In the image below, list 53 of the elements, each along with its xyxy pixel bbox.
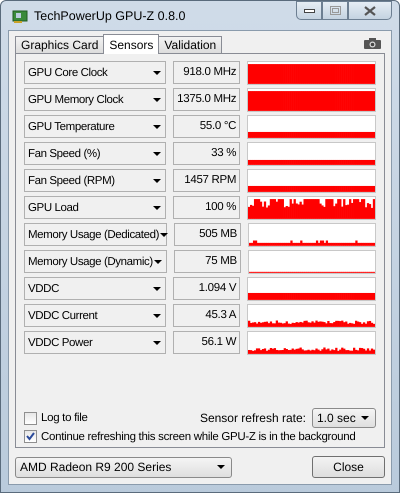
- sensor-value: 100 %: [172, 196, 240, 219]
- tab[interactable]: Validation: [158, 36, 222, 53]
- checkmark-icon: [26, 432, 35, 441]
- window-title: TechPowerUp GPU-Z 0.8.0: [34, 8, 186, 22]
- sensor-dropdown[interactable]: VDDC Current: [24, 304, 166, 327]
- continue-refreshing-checkbox[interactable]: Continue refreshing this screen while GPU-Z is in the background: [24, 430, 376, 443]
- sensor-value: 45.3 A: [172, 304, 240, 327]
- sensor-value: 55.0 °C: [172, 115, 240, 138]
- refresh-rate-label: Sensor refresh rate:: [200, 411, 306, 425]
- dropdown-arrow-icon: [152, 178, 161, 182]
- dropdown-arrow-icon: [152, 152, 161, 156]
- maximize-icon: [330, 6, 340, 15]
- sensor-dropdown[interactable]: GPU Temperature: [24, 115, 166, 138]
- dropdown-arrow-icon: [217, 465, 225, 469]
- device-dropdown[interactable]: AMD Radeon R9 200 Series: [15, 456, 232, 478]
- dropdown-arrow-icon: [152, 98, 161, 102]
- sensor-dropdown[interactable]: Memory Usage (Dynamic): [24, 250, 167, 273]
- sensor-dropdown[interactable]: GPU Core Clock: [24, 61, 166, 84]
- sensor-value: 1375.0 MHz: [172, 88, 240, 111]
- sensor-value: 56.1 W: [172, 331, 240, 354]
- sensor-dropdown[interactable]: VDDC: [24, 277, 166, 300]
- graphics-card-icon: [12, 8, 28, 22]
- sensor-value: 75 MB: [174, 250, 241, 273]
- dropdown-arrow-icon: [152, 70, 161, 74]
- dropdown-arrow-icon: [152, 314, 161, 318]
- tab[interactable]: Graphics Card: [15, 36, 104, 53]
- close-icon: [364, 6, 376, 16]
- sensor-dropdown[interactable]: Memory Usage (Dedicated): [24, 223, 167, 246]
- sensor-dropdown[interactable]: VDDC Power: [24, 331, 166, 354]
- sensor-value: 1.094 V: [172, 277, 240, 300]
- sensor-dropdown[interactable]: Fan Speed (RPM): [24, 169, 166, 192]
- dropdown-arrow-icon: [152, 286, 161, 290]
- sensor-dropdown[interactable]: Fan Speed (%): [24, 142, 166, 165]
- dropdown-arrow-icon: [160, 232, 168, 236]
- sensor-value: 1457 RPM: [172, 169, 240, 192]
- close-button[interactable]: [348, 1, 392, 20]
- tab[interactable]: Sensors: [103, 34, 160, 54]
- sensor-value: 33 %: [172, 142, 240, 165]
- dropdown-arrow-icon: [154, 260, 162, 264]
- sensor-value: 918.0 MHz: [172, 61, 240, 84]
- close-dialog-button[interactable]: Close: [312, 456, 385, 478]
- camera-icon[interactable]: [364, 38, 381, 49]
- log-to-file-checkbox[interactable]: Log to file: [24, 412, 88, 424]
- dropdown-arrow-icon: [152, 340, 161, 344]
- minimize-button[interactable]: [296, 1, 322, 20]
- refresh-rate-dropdown[interactable]: 1.0 sec: [312, 408, 376, 428]
- sensor-dropdown[interactable]: GPU Memory Clock: [24, 88, 166, 111]
- sensor-dropdown[interactable]: GPU Load: [24, 196, 166, 219]
- dropdown-arrow-icon: [361, 416, 369, 420]
- minimize-icon: [304, 8, 314, 12]
- dropdown-arrow-icon: [152, 124, 161, 128]
- sensor-value: 505 MB: [174, 223, 242, 246]
- dropdown-arrow-icon: [152, 206, 161, 210]
